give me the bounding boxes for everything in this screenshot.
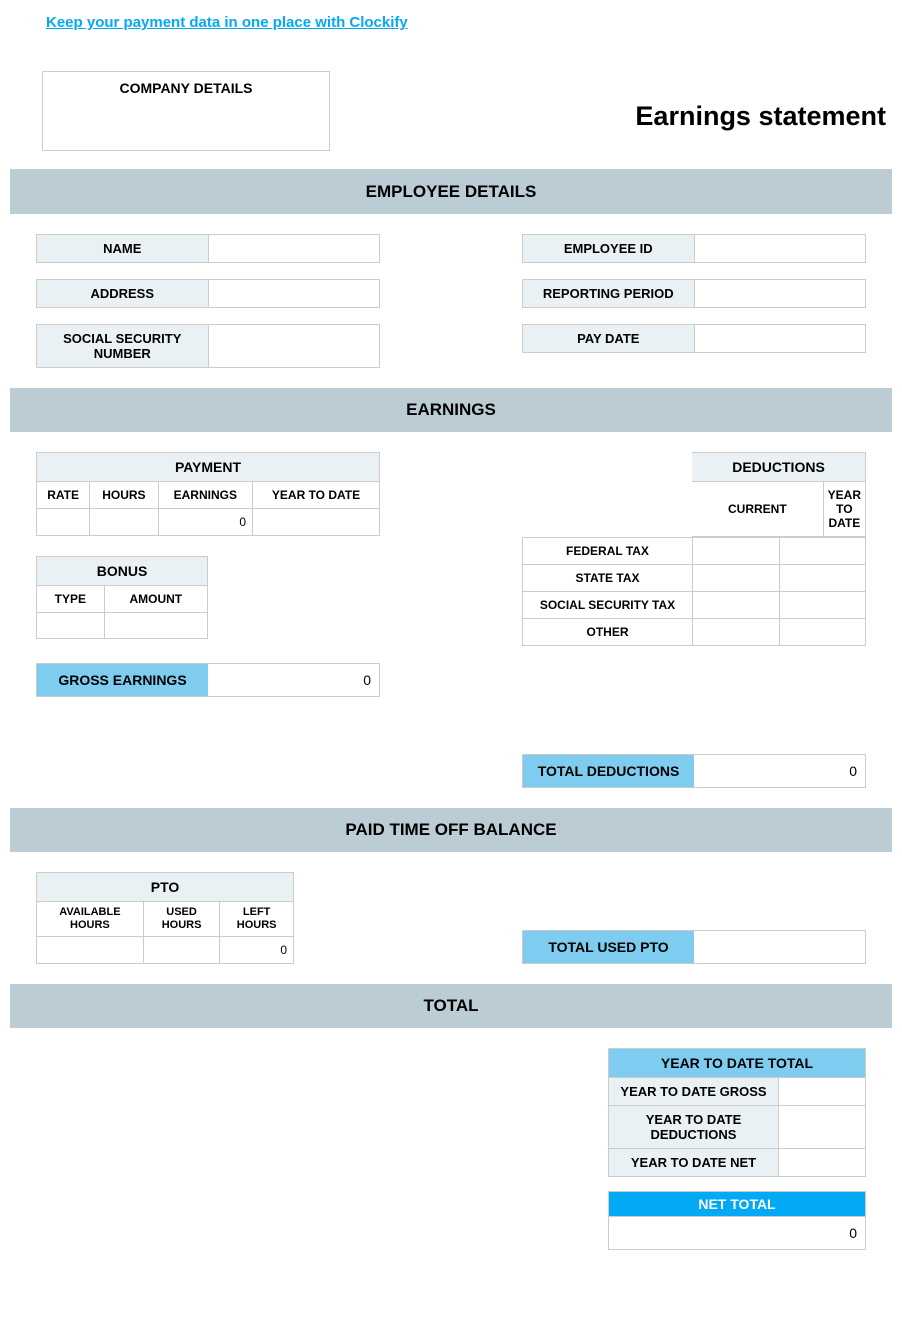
deduction-row: STATE TAX <box>523 565 866 592</box>
page-title: Earnings statement <box>635 101 886 132</box>
bonus-table: BONUS TYPE AMOUNT <box>36 556 208 639</box>
company-details-box: COMPANY DETAILS <box>42 71 330 151</box>
value-name[interactable] <box>208 235 380 263</box>
deduction-ytd[interactable] <box>779 619 866 646</box>
col-ded-current: CURRENT <box>692 482 823 537</box>
bonus-header: BONUS <box>37 557 208 586</box>
ytd-deductions-value <box>779 1106 866 1149</box>
col-pto-left: LEFT HOURS <box>220 902 294 937</box>
pto-table: PTO AVAILABLE HOURS USED HOURS LEFT HOUR… <box>36 872 294 964</box>
ytd-gross-label: YEAR TO DATE GROSS <box>609 1078 779 1106</box>
value-pay-date[interactable] <box>694 325 866 353</box>
deduction-current[interactable] <box>693 538 780 565</box>
section-header-employee: EMPLOYEE DETAILS <box>10 170 892 214</box>
total-used-pto-label: TOTAL USED PTO <box>523 931 694 963</box>
section-header-total: TOTAL <box>10 984 892 1028</box>
payment-row: 0 <box>37 509 380 536</box>
deductions-table: DEDUCTIONS CURRENT YEAR TO DATE <box>692 452 866 537</box>
label-reporting-period: REPORTING PERIOD <box>523 280 695 308</box>
total-used-pto-row: TOTAL USED PTO <box>522 930 866 964</box>
label-pay-date: PAY DATE <box>523 325 695 353</box>
col-earnings: EARNINGS <box>158 482 252 509</box>
deduction-row: OTHER <box>523 619 866 646</box>
deduction-current[interactable] <box>693 565 780 592</box>
value-employee-id[interactable] <box>694 235 866 263</box>
value-reporting-period[interactable] <box>694 280 866 308</box>
ytd-deductions-label: YEAR TO DATE DEDUCTIONS <box>609 1106 779 1149</box>
value-address[interactable] <box>208 280 380 308</box>
promo-link[interactable]: Keep your payment data in one place with… <box>46 14 408 31</box>
deduction-current[interactable] <box>693 619 780 646</box>
section-header-pto: PAID TIME OFF BALANCE <box>10 808 892 852</box>
col-ytd: YEAR TO DATE <box>253 482 380 509</box>
deduction-label: FEDERAL TAX <box>523 538 693 565</box>
total-used-pto-value <box>694 931 865 963</box>
section-header-earnings: EARNINGS <box>10 388 892 432</box>
label-ssn: SOCIAL SECURITY NUMBER <box>37 325 209 368</box>
deductions-header: DEDUCTIONS <box>692 453 866 482</box>
col-bonus-type: TYPE <box>37 586 105 613</box>
gross-earnings-value: 0 <box>208 664 379 696</box>
payment-header: PAYMENT <box>37 453 380 482</box>
deduction-row: FEDERAL TAX <box>523 538 866 565</box>
cell-bonus-amount[interactable] <box>104 613 207 639</box>
cell-pto-used[interactable] <box>143 937 220 964</box>
ytd-net-value <box>779 1149 866 1177</box>
cell-bonus-type[interactable] <box>37 613 105 639</box>
ytd-total-header: YEAR TO DATE TOTAL <box>609 1049 866 1078</box>
field-reporting-period: REPORTING PERIOD <box>523 280 866 308</box>
net-total-value: 0 <box>609 1217 866 1250</box>
net-total-table: NET TOTAL 0 <box>608 1191 866 1250</box>
payment-table: PAYMENT RATE HOURS EARNINGS YEAR TO DATE <box>36 452 380 536</box>
col-ded-ytd: YEAR TO DATE <box>823 482 865 537</box>
deduction-label: OTHER <box>523 619 693 646</box>
col-bonus-amount: AMOUNT <box>104 586 207 613</box>
deduction-ytd[interactable] <box>779 565 866 592</box>
field-employee-id: EMPLOYEE ID <box>523 235 866 263</box>
deduction-ytd[interactable] <box>779 538 866 565</box>
value-ssn[interactable] <box>208 325 380 368</box>
field-pay-date: PAY DATE <box>523 325 866 353</box>
pto-header: PTO <box>37 873 294 902</box>
label-name: NAME <box>37 235 209 263</box>
gross-earnings-row: GROSS EARNINGS 0 <box>36 663 380 697</box>
cell-hours[interactable] <box>90 509 158 536</box>
field-ssn: SOCIAL SECURITY NUMBER <box>37 325 380 368</box>
field-address: ADDRESS <box>37 280 380 308</box>
ytd-net-label: YEAR TO DATE NET <box>609 1149 779 1177</box>
col-pto-used: USED HOURS <box>143 902 220 937</box>
total-deductions-value: 0 <box>694 755 865 787</box>
col-hours: HOURS <box>90 482 158 509</box>
col-pto-avail: AVAILABLE HOURS <box>37 902 144 937</box>
label-employee-id: EMPLOYEE ID <box>523 235 695 263</box>
cell-pto-left[interactable]: 0 <box>220 937 294 964</box>
total-deductions-label: TOTAL DEDUCTIONS <box>523 755 694 787</box>
bonus-row <box>37 613 208 639</box>
deduction-label: SOCIAL SECURITY TAX <box>523 592 693 619</box>
deduction-row: SOCIAL SECURITY TAX <box>523 592 866 619</box>
ytd-total-table: YEAR TO DATE TOTAL YEAR TO DATE GROSS YE… <box>608 1048 866 1177</box>
cell-pto-avail[interactable] <box>37 937 144 964</box>
field-name: NAME <box>37 235 380 263</box>
cell-ytd[interactable] <box>253 509 380 536</box>
deduction-label: STATE TAX <box>523 565 693 592</box>
cell-earnings[interactable]: 0 <box>158 509 252 536</box>
cell-rate[interactable] <box>37 509 90 536</box>
gross-earnings-label: GROSS EARNINGS <box>37 664 208 696</box>
total-deductions-row: TOTAL DEDUCTIONS 0 <box>522 754 866 788</box>
col-rate: RATE <box>37 482 90 509</box>
pto-row: 0 <box>37 937 294 964</box>
deduction-ytd[interactable] <box>779 592 866 619</box>
deduction-current[interactable] <box>693 592 780 619</box>
label-address: ADDRESS <box>37 280 209 308</box>
ytd-gross-value <box>779 1078 866 1106</box>
net-total-label: NET TOTAL <box>609 1192 866 1217</box>
